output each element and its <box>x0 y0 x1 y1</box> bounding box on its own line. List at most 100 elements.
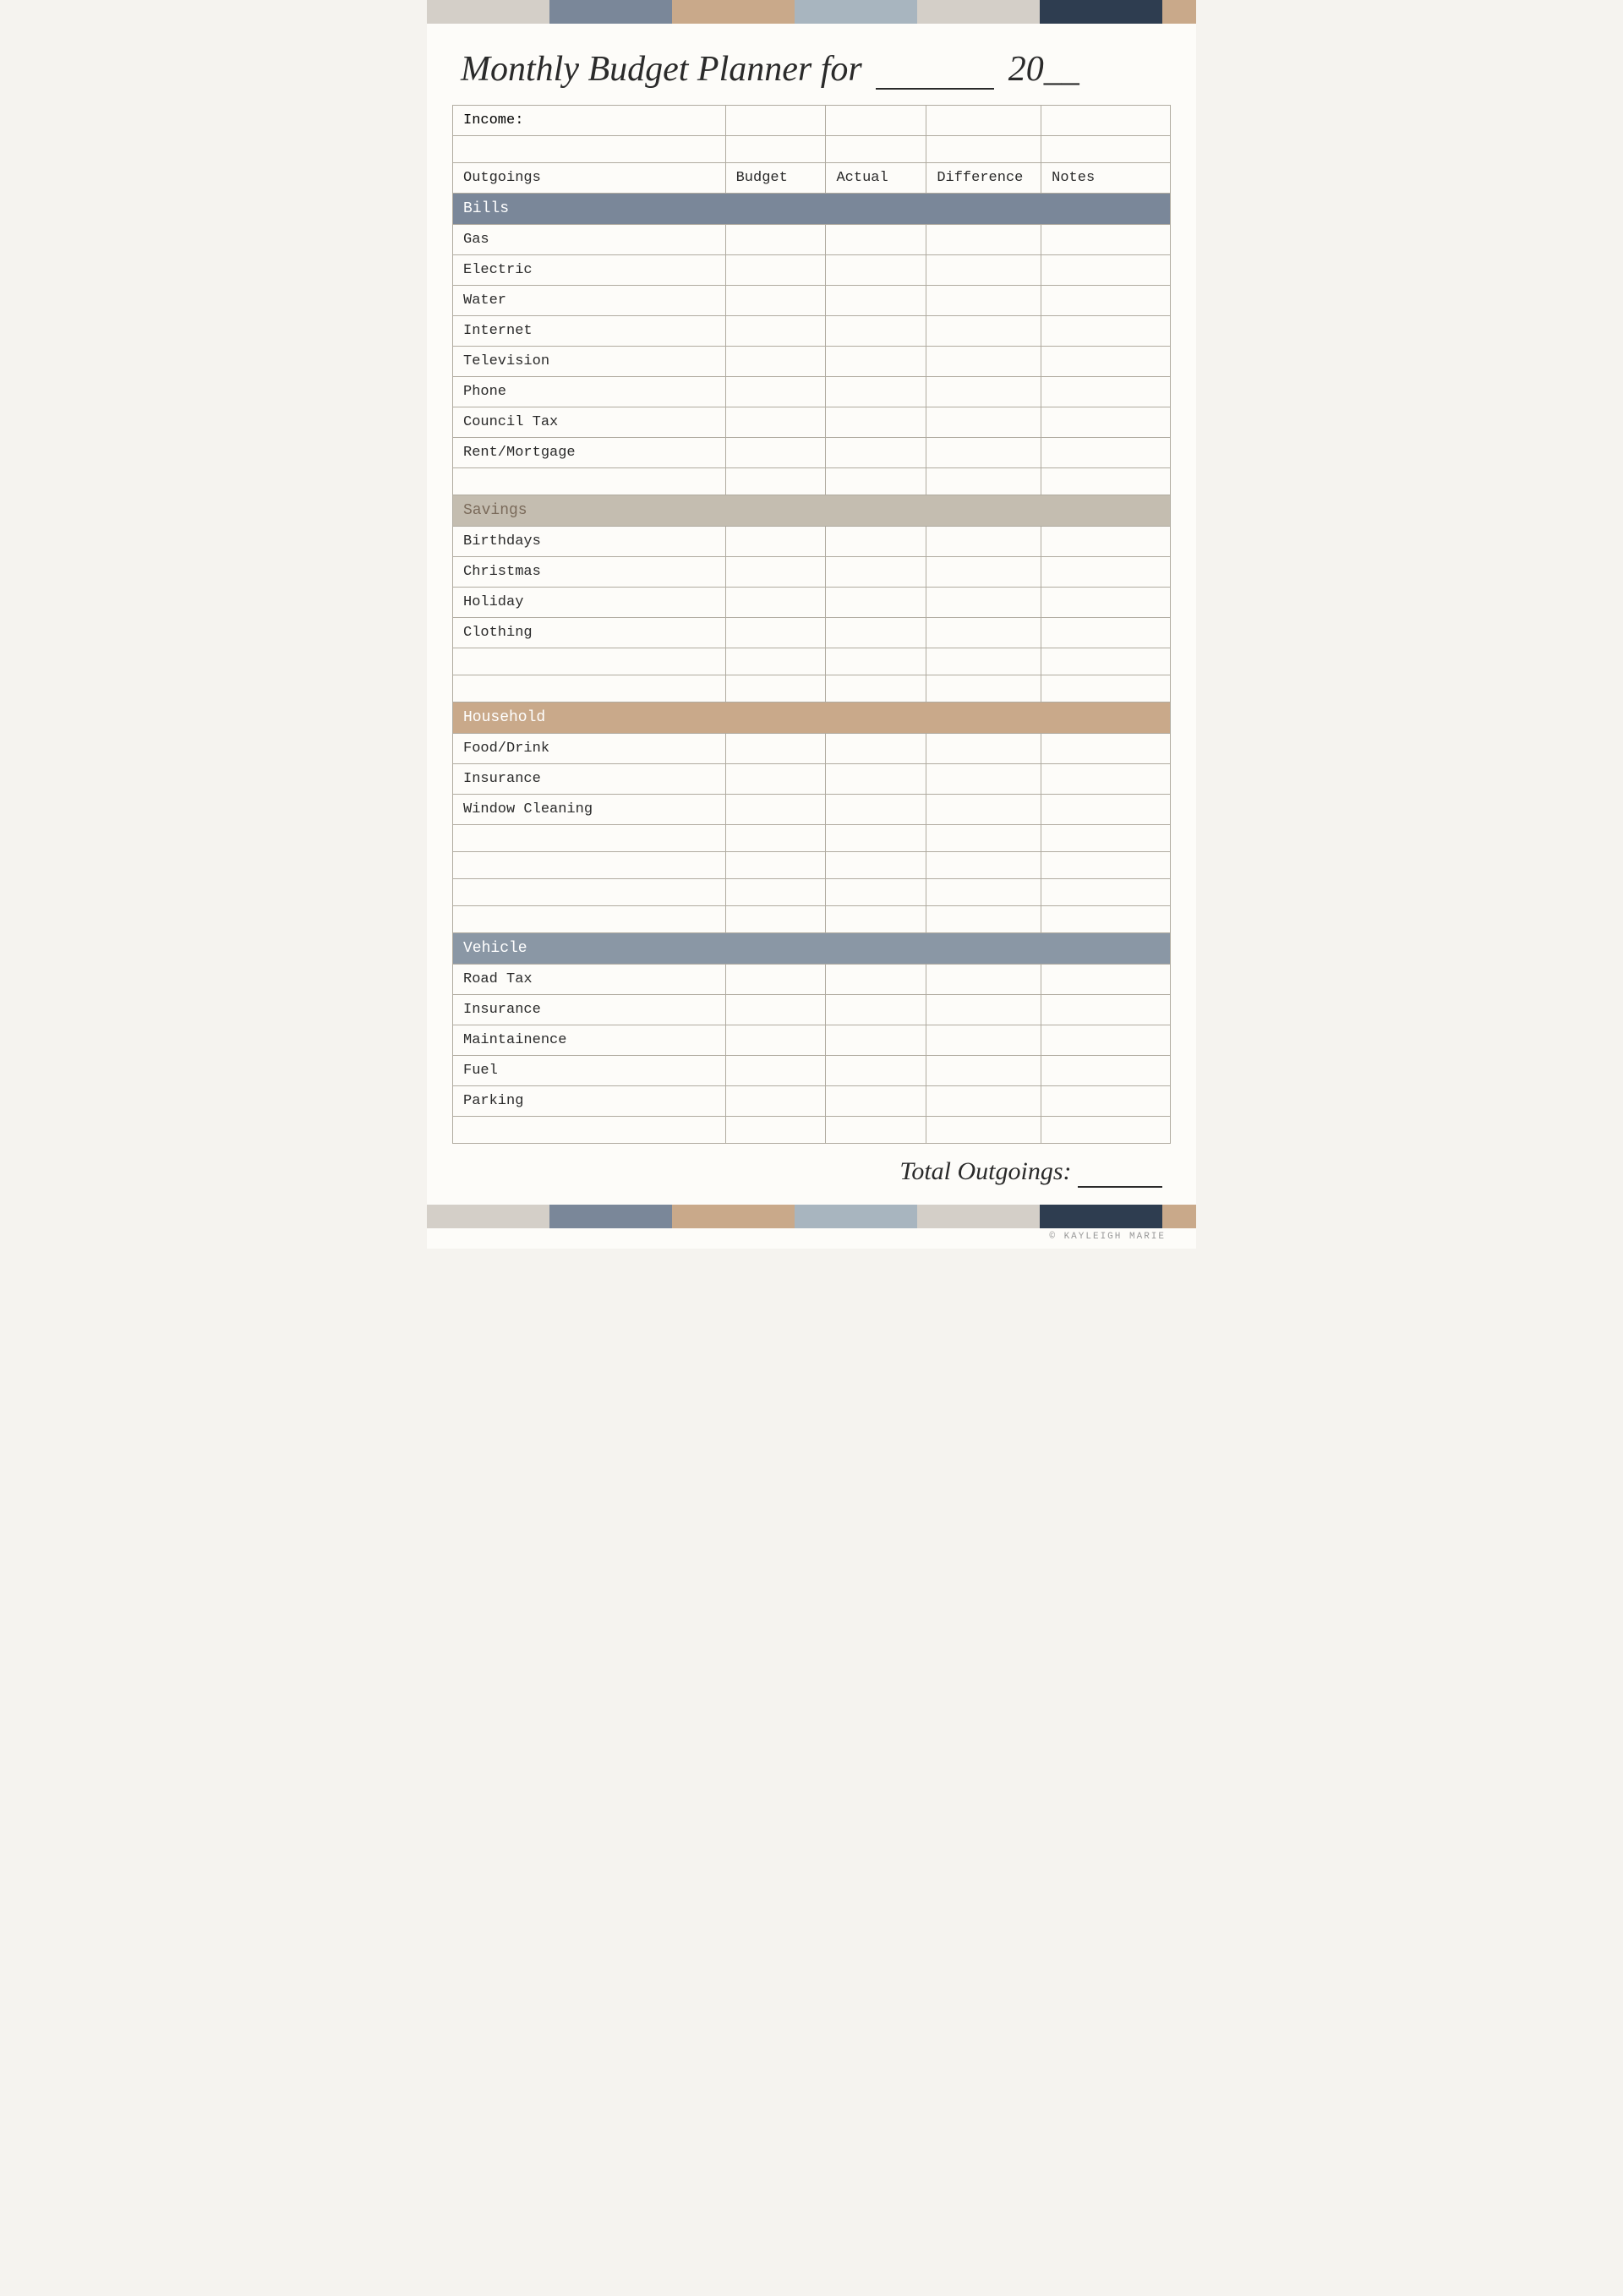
household-empty-3 <box>453 879 1171 906</box>
bot-color-seg-7 <box>1162 1205 1196 1228</box>
row-insurance-household: Insurance <box>453 764 1171 795</box>
bottom-color-bar <box>427 1205 1196 1228</box>
color-seg-2 <box>549 0 672 24</box>
gas-budget[interactable] <box>725 225 826 255</box>
electric-label: Electric <box>453 255 726 286</box>
total-area: Total Outgoings: <box>427 1144 1196 1196</box>
year-prefix: 20 <box>1008 50 1044 89</box>
row-window-cleaning: Window Cleaning <box>453 795 1171 825</box>
col-actual: Actual <box>826 163 926 194</box>
window-cleaning-label: Window Cleaning <box>453 795 726 825</box>
phone-label: Phone <box>453 377 726 407</box>
bot-color-seg-6 <box>1040 1205 1162 1228</box>
rent-mortgage-label: Rent/Mortgage <box>453 438 726 468</box>
row-council-tax: Council Tax <box>453 407 1171 438</box>
income-row: Income: <box>453 106 1171 136</box>
page: Monthly Budget Planner for 20__ Income: <box>427 0 1196 1249</box>
row-food-drink: Food/Drink <box>453 734 1171 764</box>
income-notes[interactable] <box>1041 106 1171 136</box>
col-outgoings: Outgoings <box>453 163 726 194</box>
food-drink-label: Food/Drink <box>453 734 726 764</box>
council-tax-label: Council Tax <box>453 407 726 438</box>
row-holiday: Holiday <box>453 588 1171 618</box>
row-maintainence: Maintainence <box>453 1025 1171 1056</box>
parking-label: Parking <box>453 1086 726 1117</box>
fuel-label: Fuel <box>453 1056 726 1086</box>
row-birthdays: Birthdays <box>453 527 1171 557</box>
bot-color-seg-4 <box>795 1205 917 1228</box>
savings-label: Savings <box>453 495 1171 527</box>
row-television: Television <box>453 347 1171 377</box>
copyright-text: © KAYLEIGH MARIE <box>427 1228 1196 1249</box>
income-diff[interactable] <box>926 106 1041 136</box>
income-budget[interactable] <box>725 106 826 136</box>
color-seg-6 <box>1040 0 1162 24</box>
household-label: Household <box>453 702 1171 734</box>
total-label: Total Outgoings: <box>899 1157 1162 1185</box>
birthdays-label: Birthdays <box>453 527 726 557</box>
income-actual[interactable] <box>826 106 926 136</box>
row-gas: Gas <box>453 225 1171 255</box>
budget-table: Income: Outgoings Budget Actual Differen… <box>452 105 1171 1144</box>
bot-color-seg-2 <box>549 1205 672 1228</box>
title-text: Monthly Budget Planner for <box>461 50 862 89</box>
savings-empty-2 <box>453 675 1171 702</box>
bot-color-seg-1 <box>427 1205 549 1228</box>
bot-color-seg-3 <box>672 1205 795 1228</box>
category-bills: Bills <box>453 194 1171 225</box>
road-tax-label: Road Tax <box>453 965 726 995</box>
gas-actual[interactable] <box>826 225 926 255</box>
column-header-row: Outgoings Budget Actual Difference Notes <box>453 163 1171 194</box>
row-water: Water <box>453 286 1171 316</box>
household-empty-1 <box>453 825 1171 852</box>
household-empty-4 <box>453 906 1171 933</box>
christmas-label: Christmas <box>453 557 726 588</box>
vehicle-empty-1 <box>453 1117 1171 1144</box>
television-label: Television <box>453 347 726 377</box>
gas-label: Gas <box>453 225 726 255</box>
vehicle-label: Vehicle <box>453 933 1171 965</box>
color-seg-4 <box>795 0 917 24</box>
color-seg-3 <box>672 0 795 24</box>
row-internet: Internet <box>453 316 1171 347</box>
household-empty-2 <box>453 852 1171 879</box>
water-label: Water <box>453 286 726 316</box>
row-road-tax: Road Tax <box>453 965 1171 995</box>
bot-color-seg-5 <box>917 1205 1040 1228</box>
internet-label: Internet <box>453 316 726 347</box>
month-blank[interactable] <box>876 47 994 90</box>
col-notes: Notes <box>1041 163 1171 194</box>
row-parking: Parking <box>453 1086 1171 1117</box>
col-difference: Difference <box>926 163 1041 194</box>
savings-empty-1 <box>453 648 1171 675</box>
category-savings: Savings <box>453 495 1171 527</box>
page-title: Monthly Budget Planner for 20__ <box>427 24 1196 105</box>
clothing-label: Clothing <box>453 618 726 648</box>
maintainence-label: Maintainence <box>453 1025 726 1056</box>
top-color-bar <box>427 0 1196 24</box>
row-electric: Electric <box>453 255 1171 286</box>
row-insurance-vehicle: Insurance <box>453 995 1171 1025</box>
row-fuel: Fuel <box>453 1056 1171 1086</box>
color-seg-1 <box>427 0 549 24</box>
bills-empty-1 <box>453 468 1171 495</box>
row-phone: Phone <box>453 377 1171 407</box>
year-blank[interactable]: __ <box>1044 50 1079 89</box>
insurance-vehicle-label: Insurance <box>453 995 726 1025</box>
row-rent-mortgage: Rent/Mortgage <box>453 438 1171 468</box>
gas-notes[interactable] <box>1041 225 1171 255</box>
total-blank[interactable] <box>1078 1157 1162 1188</box>
category-household: Household <box>453 702 1171 734</box>
color-seg-5 <box>917 0 1040 24</box>
bills-label: Bills <box>453 194 1171 225</box>
col-budget: Budget <box>725 163 826 194</box>
holiday-label: Holiday <box>453 588 726 618</box>
row-christmas: Christmas <box>453 557 1171 588</box>
category-vehicle: Vehicle <box>453 933 1171 965</box>
gas-diff[interactable] <box>926 225 1041 255</box>
color-seg-7 <box>1162 0 1196 24</box>
spacer-row <box>453 136 1171 163</box>
insurance-household-label: Insurance <box>453 764 726 795</box>
row-clothing: Clothing <box>453 618 1171 648</box>
income-label: Income: <box>453 106 726 136</box>
